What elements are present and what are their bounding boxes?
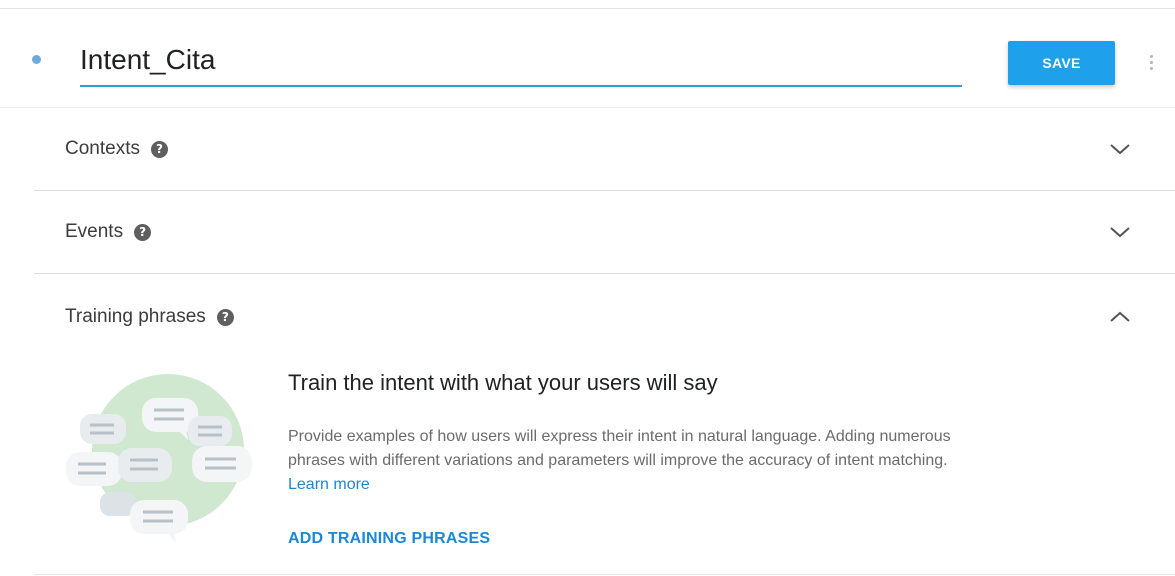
help-circle-icon[interactable]: ? [150,140,168,158]
chat-bubble-icon [118,448,172,482]
status-dot [32,55,41,64]
chat-bubble-icon [192,446,252,482]
training-empty-description: Provide examples of how users will expre… [288,425,968,497]
chat-bubble-icon [80,414,126,444]
events-section: Events ? [34,191,1175,274]
learn-more-link[interactable]: Learn more [288,476,370,493]
chat-bubble-icon [66,452,122,486]
section-divider [34,273,1175,274]
training-header[interactable]: Training phrases ? [34,276,1175,358]
intent-header: SAVE [0,9,1175,108]
chat-bubbles-illustration [66,374,252,542]
chevron-down-icon[interactable] [1109,225,1131,239]
training-section: Training phrases ? [34,276,1175,358]
save-button[interactable]: SAVE [1008,41,1115,85]
help-circle-icon[interactable]: ? [216,308,234,326]
training-empty-title: Train the intent with what your users wi… [288,370,718,395]
contexts-title: Contexts [65,138,140,159]
more-vert-icon[interactable] [1143,49,1159,75]
contexts-header[interactable]: Contexts ? [34,108,1175,190]
chat-bubble-icon [188,416,232,446]
add-training-phrases-button[interactable]: ADD TRAINING PHRASES [288,530,490,548]
training-title: Training phrases [65,306,206,327]
bottom-divider [34,574,1175,575]
contexts-section: Contexts ? [34,108,1175,191]
help-circle-icon[interactable]: ? [134,223,152,241]
events-header[interactable]: Events ? [34,191,1175,273]
intent-name-input[interactable] [80,41,962,87]
chat-bubble-icon [130,500,188,542]
chevron-up-icon[interactable] [1109,310,1131,324]
training-description-text: Provide examples of how users will expre… [288,428,951,469]
chevron-down-icon[interactable] [1109,142,1131,156]
events-title: Events [65,221,124,242]
